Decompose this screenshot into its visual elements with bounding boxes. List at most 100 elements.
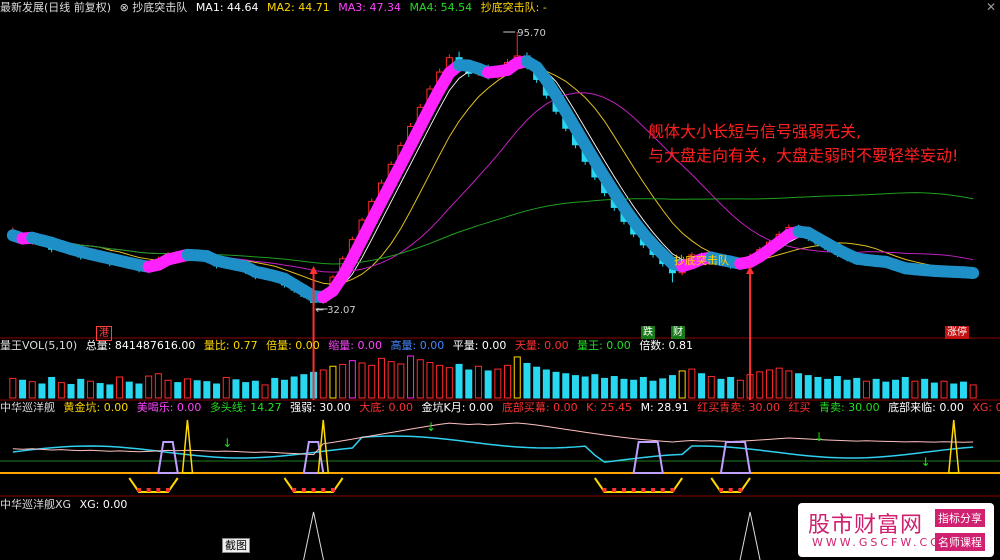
- volume-bar: [727, 376, 735, 399]
- pit-marker: [631, 488, 636, 492]
- volume-bar: [290, 376, 298, 399]
- volume-bar: [368, 364, 376, 399]
- volume-bar: [261, 384, 269, 399]
- volume-bar: [48, 376, 56, 399]
- pit-marker: [156, 488, 161, 492]
- pit-marker: [641, 488, 646, 492]
- signal-trapezoid: [719, 441, 752, 474]
- volume-bar: [203, 381, 211, 399]
- volume-bar: [814, 376, 822, 399]
- osc-qm: 青卖: 30.00: [818, 401, 880, 414]
- vol-beishu: 倍数: 0.81: [639, 339, 694, 352]
- osc-white-line: [12, 422, 974, 456]
- volume-bar: [707, 376, 715, 399]
- annotation-line-2: 与大盘走向有关，大盘走弱时不要轻举妄动!: [648, 146, 959, 165]
- pit-marker: [612, 488, 617, 492]
- volume-bar: [339, 363, 347, 399]
- spike-triangle: [181, 419, 194, 474]
- volume-bar: [959, 381, 967, 399]
- volume-bar: [19, 379, 27, 399]
- volume-bar: [154, 373, 162, 399]
- sell-arrow: ↓: [814, 430, 824, 444]
- volume-bar: [213, 383, 221, 399]
- sell-arrow: ↓: [426, 420, 436, 434]
- chart-canvas: ↓ ↓ ↓ ↓ 95.70 ← 32.07: [0, 28, 1000, 560]
- volume-bar: [348, 360, 356, 399]
- volume-bar: [222, 376, 230, 399]
- screenshot-button[interactable]: 截图: [222, 538, 250, 553]
- volume-bar: [106, 384, 114, 399]
- pit-marker: [166, 488, 171, 492]
- osc-hs: 红买: [788, 401, 811, 414]
- ma3-label: MA3: 47.34: [338, 1, 401, 14]
- volume-bar: [736, 379, 744, 399]
- volume-bar: [872, 378, 880, 399]
- pit-marker: [330, 488, 335, 492]
- volume-bar: [901, 376, 909, 399]
- ma4-line: [12, 192, 974, 265]
- indicator-name: ⊗ 抄底突击队: [119, 1, 188, 14]
- volume-bar: [911, 380, 919, 399]
- signal-marker-label: 抄底突击队: [674, 254, 729, 267]
- volume-bar: [950, 383, 958, 399]
- pit-marker: [670, 488, 675, 492]
- watermark-tag2: 名师课程: [935, 533, 985, 551]
- gold-pit: [594, 477, 683, 493]
- volume-bar: [38, 383, 46, 399]
- close-icon[interactable]: ✕: [986, 0, 996, 14]
- pit-marker: [728, 488, 733, 492]
- watermark-logo: 股市财富网 WWW.GSCFW.COM 指标分享 名师课程: [798, 503, 994, 557]
- pit-marker: [651, 488, 656, 492]
- volume-bar: [465, 369, 473, 399]
- osc-qr: 强弱: 30.00: [290, 401, 351, 414]
- volume-bar: [785, 370, 793, 399]
- volume-bar: [833, 376, 841, 399]
- volume-bar: [571, 375, 579, 399]
- volume-bar: [698, 373, 706, 399]
- pit-marker: [146, 488, 151, 492]
- main-title: 最新发展(日线 前复权): [0, 1, 112, 14]
- volume-bar: [416, 359, 424, 399]
- ribbon-segment: [957, 266, 980, 280]
- volume-bar: [387, 361, 395, 399]
- ma2-label: MA2: 44.71: [267, 1, 330, 14]
- volume-bar: [164, 379, 172, 399]
- ma4-label: MA4: 54.54: [409, 1, 473, 14]
- sell-arrow: ↓: [222, 436, 232, 450]
- volume-bar: [765, 369, 773, 399]
- osc-header: 中华巡洋舰 黄金坑: 0.00 美喝乐: 0.00 多头线: 14.27 强弱:…: [0, 400, 1000, 416]
- osc-hjk: 黄金坑: 0.00: [63, 401, 129, 414]
- xg-name: 中华巡洋舰XG: [0, 498, 72, 511]
- xg-value: XG: 0.00: [79, 498, 128, 511]
- volume-bar: [77, 378, 85, 399]
- annotation-text: 舰体大小长短与信号强弱无关, 与大盘走向有关，大盘走弱时不要轻举妄动!: [648, 120, 958, 168]
- vol-ping: 平量: 0.00: [452, 339, 507, 352]
- pit-marker: [311, 488, 316, 492]
- volume-bar: [610, 376, 618, 399]
- volume-bar: [659, 378, 667, 399]
- volume-bar: [620, 378, 628, 399]
- main-header: 最新发展(日线 前复权) ⊗ 抄底突击队 MA1: 44.64 MA2: 44.…: [0, 0, 552, 16]
- volume-bar: [804, 375, 812, 399]
- volume-bar: [591, 374, 599, 399]
- high-label: 95.70: [517, 28, 546, 39]
- volume-bar: [678, 370, 686, 399]
- vol-gao: 高量: 0.00: [390, 339, 445, 352]
- volume-bar: [892, 379, 900, 399]
- xg-spike: [739, 511, 761, 560]
- watermark-title: 股市财富网: [808, 513, 924, 538]
- osc-m: M: 28.91: [640, 401, 689, 414]
- volume-bar: [280, 379, 288, 399]
- volume-bar: [824, 378, 832, 399]
- volume-bar: [921, 378, 929, 399]
- volume-bar: [445, 367, 453, 399]
- osc-k: K: 25.45: [586, 401, 633, 414]
- spike-triangle: [947, 419, 960, 474]
- pit-marker: [136, 488, 141, 492]
- vol-name: 量王VOL(5,10): [0, 339, 78, 352]
- volume-bar: [397, 363, 405, 399]
- volume-bar: [242, 382, 250, 399]
- volume-bar: [504, 364, 512, 399]
- vol-suo: 缩量: 0.00: [328, 339, 382, 352]
- pit-marker: [301, 488, 306, 492]
